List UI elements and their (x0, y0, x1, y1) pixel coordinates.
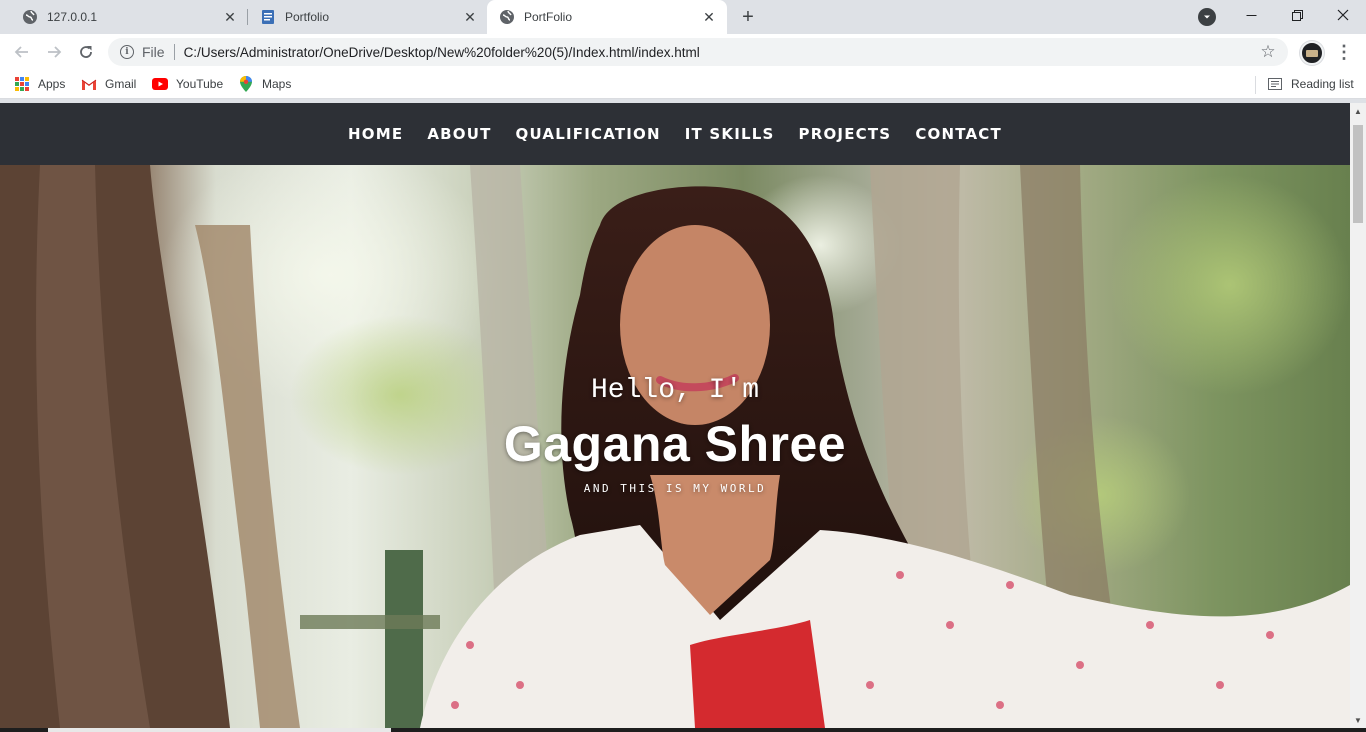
omnibox-divider (173, 44, 175, 60)
reading-list-icon (1267, 76, 1283, 92)
reading-list-label: Reading list (1291, 77, 1354, 91)
tab-127-0-0-1[interactable]: 127.0.0.1 ✕ (10, 0, 244, 34)
hero-tagline: AND THIS IS MY WORLD (583, 482, 767, 495)
bookmark-gmail[interactable]: Gmail (81, 70, 136, 98)
nav-projects[interactable]: PROJECTS (799, 125, 892, 143)
close-tab-icon[interactable]: ✕ (462, 9, 478, 25)
tab-title: Portfolio (285, 10, 330, 24)
close-tab-icon[interactable]: ✕ (701, 9, 717, 25)
maps-pin-icon (238, 76, 254, 92)
close-window-icon[interactable] (1320, 0, 1366, 30)
gmail-icon (81, 76, 97, 92)
bookmark-youtube[interactable]: YouTube (152, 70, 223, 98)
document-icon (260, 9, 276, 25)
restore-icon[interactable] (1274, 0, 1320, 30)
url-scheme: File (142, 44, 165, 60)
hero-name: Gagana Shree (503, 416, 847, 472)
new-tab-plus-icon[interactable]: + (736, 5, 760, 29)
reading-list-button[interactable]: Reading list (1267, 70, 1354, 98)
youtube-icon (152, 76, 168, 92)
bookmark-maps[interactable]: Maps (238, 70, 291, 98)
browser-toolbar: i File C:/Users/Administrator/OneDrive/D… (0, 34, 1366, 70)
site-navbar: HOME ABOUT QUALIFICATION IT SKILLS PROJE… (0, 103, 1350, 165)
nav-home[interactable]: HOME (348, 125, 403, 143)
bookmarks-bar: Apps Gmail YouTube Maps Reading list (0, 70, 1366, 99)
bookmark-label: Gmail (105, 77, 137, 91)
vertical-scrollbar[interactable]: ▲ ▼ (1350, 103, 1366, 728)
nav-about[interactable]: ABOUT (427, 125, 491, 143)
forward-arrow-icon[interactable] (40, 38, 68, 66)
apps-grid-icon (14, 76, 30, 92)
bookmark-label: YouTube (176, 77, 224, 91)
nav-it-skills[interactable]: IT SKILLS (685, 125, 775, 143)
tab-title: 127.0.0.1 (47, 10, 98, 24)
tab-portfolio-active[interactable]: PortFolio ✕ (487, 0, 727, 34)
hero-section: Hello, I'm Gagana Shree AND THIS IS MY W… (0, 165, 1350, 728)
nav-qualification[interactable]: QUALIFICATION (516, 125, 661, 143)
site-info-icon[interactable]: i (120, 45, 134, 59)
bookmark-label: Maps (262, 77, 292, 91)
bookmark-apps[interactable]: Apps (14, 70, 65, 98)
reload-icon[interactable] (72, 38, 100, 66)
tab-title: PortFolio (524, 10, 573, 24)
close-tab-icon[interactable]: ✕ (222, 9, 238, 25)
back-arrow-icon[interactable] (8, 38, 36, 66)
globe-icon (499, 9, 515, 25)
bookmarks-separator (1255, 76, 1256, 94)
hero-greeting: Hello, I'm (590, 375, 760, 406)
minimize-icon[interactable] (1228, 0, 1274, 30)
globe-icon (22, 9, 38, 25)
tab-portfolio[interactable]: Portfolio ✕ (250, 0, 484, 34)
page-viewport: Hello, I'm Gagana Shree AND THIS IS MY W… (0, 103, 1350, 728)
scroll-up-arrow-icon[interactable]: ▲ (1350, 103, 1366, 119)
profile-avatar[interactable] (1300, 41, 1324, 65)
nav-contact[interactable]: CONTACT (915, 125, 1002, 143)
tab-search-chevron-icon[interactable] (1198, 8, 1216, 26)
tab-strip: 127.0.0.1 ✕ Portfolio ✕ PortFolio ✕ + (0, 0, 1366, 34)
bookmark-star-icon[interactable]: ☆ (1256, 42, 1280, 62)
scroll-down-arrow-icon[interactable]: ▼ (1350, 712, 1366, 728)
url-text[interactable]: C:/Users/Administrator/OneDrive/Desktop/… (184, 45, 1256, 60)
scrollbar-thumb[interactable] (1353, 125, 1363, 223)
tab-separator (247, 9, 248, 25)
taskbar-edge (0, 728, 1366, 732)
taskbar-segment (48, 728, 391, 732)
bookmark-label: Apps (38, 77, 66, 91)
address-bar[interactable]: i File C:/Users/Administrator/OneDrive/D… (108, 38, 1288, 66)
kebab-menu-icon[interactable]: ⋮ (1332, 38, 1356, 66)
